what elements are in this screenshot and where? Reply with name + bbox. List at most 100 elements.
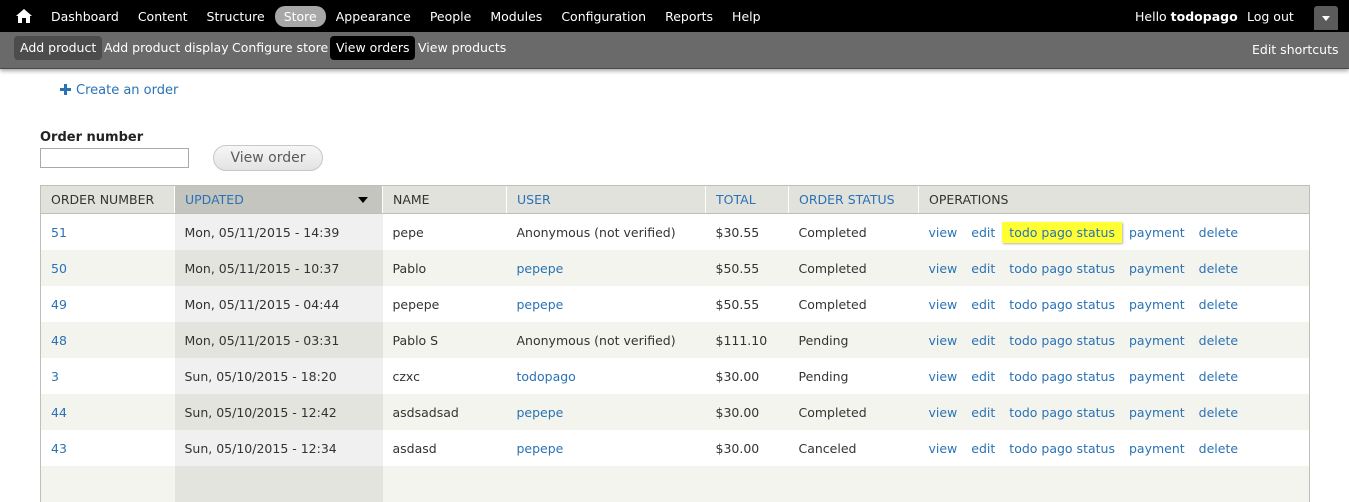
op-view-link[interactable]: view — [929, 405, 958, 420]
op-todo-pago-status-link[interactable]: todo pago status — [1002, 221, 1122, 243]
op-todo-pago-status-link[interactable]: todo pago status — [1002, 258, 1122, 279]
total-value: $30.00 — [715, 404, 760, 420]
toolbar-menu-modules[interactable]: Modules — [481, 6, 551, 27]
order-number-link[interactable]: 3 — [51, 369, 59, 384]
toolbar-menu-structure[interactable]: Structure — [198, 6, 274, 27]
order-number-link[interactable]: 43 — [51, 441, 67, 456]
updated-value: Mon, 05/11/2015 - 03:31 — [184, 332, 340, 348]
cell-user: pepepe — [506, 430, 706, 466]
op-delete-link[interactable]: delete — [1199, 405, 1238, 420]
op-delete-link[interactable]: delete — [1199, 441, 1238, 456]
op-todo-pago-status-link[interactable]: todo pago status — [1002, 402, 1122, 423]
create-order-link[interactable]: Create an order — [76, 83, 178, 98]
sort-desc-icon[interactable] — [358, 197, 368, 203]
header-total[interactable]: TOTAL — [705, 185, 789, 214]
user-link[interactable]: pepepe — [517, 441, 564, 456]
home-icon[interactable] — [15, 8, 33, 24]
op-delete-link[interactable]: delete — [1199, 369, 1238, 384]
order-number-link[interactable]: 49 — [51, 297, 67, 312]
header-user[interactable]: USER — [506, 185, 706, 214]
header-updated-label[interactable]: UPDATED — [185, 192, 244, 207]
user-link[interactable]: pepepe — [517, 261, 564, 276]
cell-user: pepepe — [506, 250, 706, 286]
shortcut-view-products[interactable]: View products — [412, 36, 512, 60]
updated-value: Sun, 05/10/2015 - 12:34 — [184, 440, 337, 456]
op-payment-link[interactable]: payment — [1129, 261, 1185, 276]
toolbar-menu-help[interactable]: Help — [723, 6, 770, 27]
op-delete-link[interactable]: delete — [1199, 225, 1238, 240]
view-order-button[interactable]: View order — [213, 145, 323, 171]
op-edit-link[interactable]: edit — [971, 225, 995, 240]
logout-link[interactable]: Log out — [1247, 9, 1294, 24]
order-number-link[interactable]: 51 — [51, 225, 67, 240]
table-row: 49 Mon, 05/11/2015 - 04:44 pepepe pepepe $50… — [40, 286, 1310, 322]
op-todo-pago-status-link[interactable]: todo pago status — [1002, 438, 1122, 459]
shortcut-view-orders[interactable]: View orders — [330, 36, 416, 60]
cell-order-number: 51 — [40, 213, 175, 250]
table-row: 51 Mon, 05/11/2015 - 14:39 pepe Anonymous (… — [40, 213, 1310, 250]
shortcuts-toggle-icon[interactable] — [1314, 6, 1338, 30]
order-number-link[interactable]: 48 — [51, 333, 67, 348]
op-view-link[interactable]: view — [929, 297, 958, 312]
table-row — [40, 466, 1310, 502]
op-view-link[interactable]: view — [929, 369, 958, 384]
op-delete-link[interactable]: delete — [1199, 261, 1238, 276]
op-edit-link[interactable]: edit — [971, 369, 995, 384]
header-total-label[interactable]: TOTAL — [716, 192, 756, 207]
op-view-link[interactable]: view — [929, 441, 958, 456]
shortcut-add-product-display[interactable]: Add product display — [98, 36, 235, 60]
op-edit-link[interactable]: edit — [971, 261, 995, 276]
toolbar-menu-reports[interactable]: Reports — [656, 6, 722, 27]
status-value: Completed — [798, 296, 867, 312]
op-payment-link[interactable]: payment — [1129, 441, 1185, 456]
user-link[interactable]: todopago — [517, 369, 576, 384]
edit-shortcuts-link[interactable]: Edit shortcuts — [1252, 42, 1339, 57]
table-row: 44 Sun, 05/10/2015 - 12:42 asdsadsad pepepe… — [40, 394, 1310, 430]
op-view-link[interactable]: view — [929, 333, 958, 348]
op-payment-link[interactable]: payment — [1129, 369, 1185, 384]
order-number-link[interactable]: 50 — [51, 261, 67, 276]
toolbar-menu-content[interactable]: Content — [129, 6, 197, 27]
op-payment-link[interactable]: payment — [1129, 333, 1185, 348]
op-edit-link[interactable]: edit — [971, 297, 995, 312]
user-link[interactable]: pepepe — [517, 405, 564, 420]
username[interactable]: todopago — [1171, 9, 1238, 24]
op-payment-link[interactable]: payment — [1129, 225, 1185, 240]
shortcut-add-product[interactable]: Add product — [14, 36, 103, 60]
order-number-input[interactable] — [40, 148, 189, 168]
header-user-label[interactable]: USER — [517, 192, 551, 207]
toolbar-menu-appearance[interactable]: Appearance — [327, 6, 420, 27]
op-todo-pago-status-link[interactable]: todo pago status — [1002, 330, 1122, 351]
shortcut-configure-store[interactable]: Configure store — [226, 36, 334, 60]
toolbar-menu-dashboard[interactable]: Dashboard — [42, 6, 128, 27]
op-edit-link[interactable]: edit — [971, 441, 995, 456]
op-delete-link[interactable]: delete — [1199, 297, 1238, 312]
op-todo-pago-status-link[interactable]: todo pago status — [1002, 366, 1122, 387]
updated-value: Mon, 05/11/2015 - 14:39 — [184, 224, 340, 240]
cell-operations — [918, 466, 1310, 502]
toolbar-menu-configuration[interactable]: Configuration — [552, 6, 655, 27]
status-value: Canceled — [798, 440, 857, 456]
op-view-link[interactable]: view — [929, 225, 958, 240]
table-row: 48 Mon, 05/11/2015 - 03:31 Pablo S Anonymou… — [40, 322, 1310, 358]
user-link[interactable]: pepepe — [517, 297, 564, 312]
header-order-status[interactable]: ORDER STATUS — [788, 185, 919, 214]
table-row: 43 Sun, 05/10/2015 - 12:34 asdasd pepepe $30… — [40, 430, 1310, 466]
order-number-link[interactable]: 44 — [51, 405, 67, 420]
create-order-action[interactable]: Create an order — [60, 83, 178, 98]
op-delete-link[interactable]: delete — [1199, 333, 1238, 348]
op-payment-link[interactable]: payment — [1129, 405, 1185, 420]
cell-updated — [174, 466, 383, 502]
header-updated[interactable]: UPDATED — [174, 185, 383, 214]
name-value: czxc — [392, 368, 420, 384]
op-todo-pago-status-link[interactable]: todo pago status — [1002, 294, 1122, 315]
toolbar-menu: Dashboard Content Structure Store Appearance… — [42, 0, 771, 32]
op-payment-link[interactable]: payment — [1129, 297, 1185, 312]
toolbar-menu-store[interactable]: Store — [274, 5, 326, 27]
op-edit-link[interactable]: edit — [971, 333, 995, 348]
status-value: Completed — [798, 260, 867, 276]
op-edit-link[interactable]: edit — [971, 405, 995, 420]
toolbar-menu-people[interactable]: People — [421, 6, 481, 27]
header-order-status-label[interactable]: ORDER STATUS — [799, 192, 895, 207]
op-view-link[interactable]: view — [929, 261, 958, 276]
